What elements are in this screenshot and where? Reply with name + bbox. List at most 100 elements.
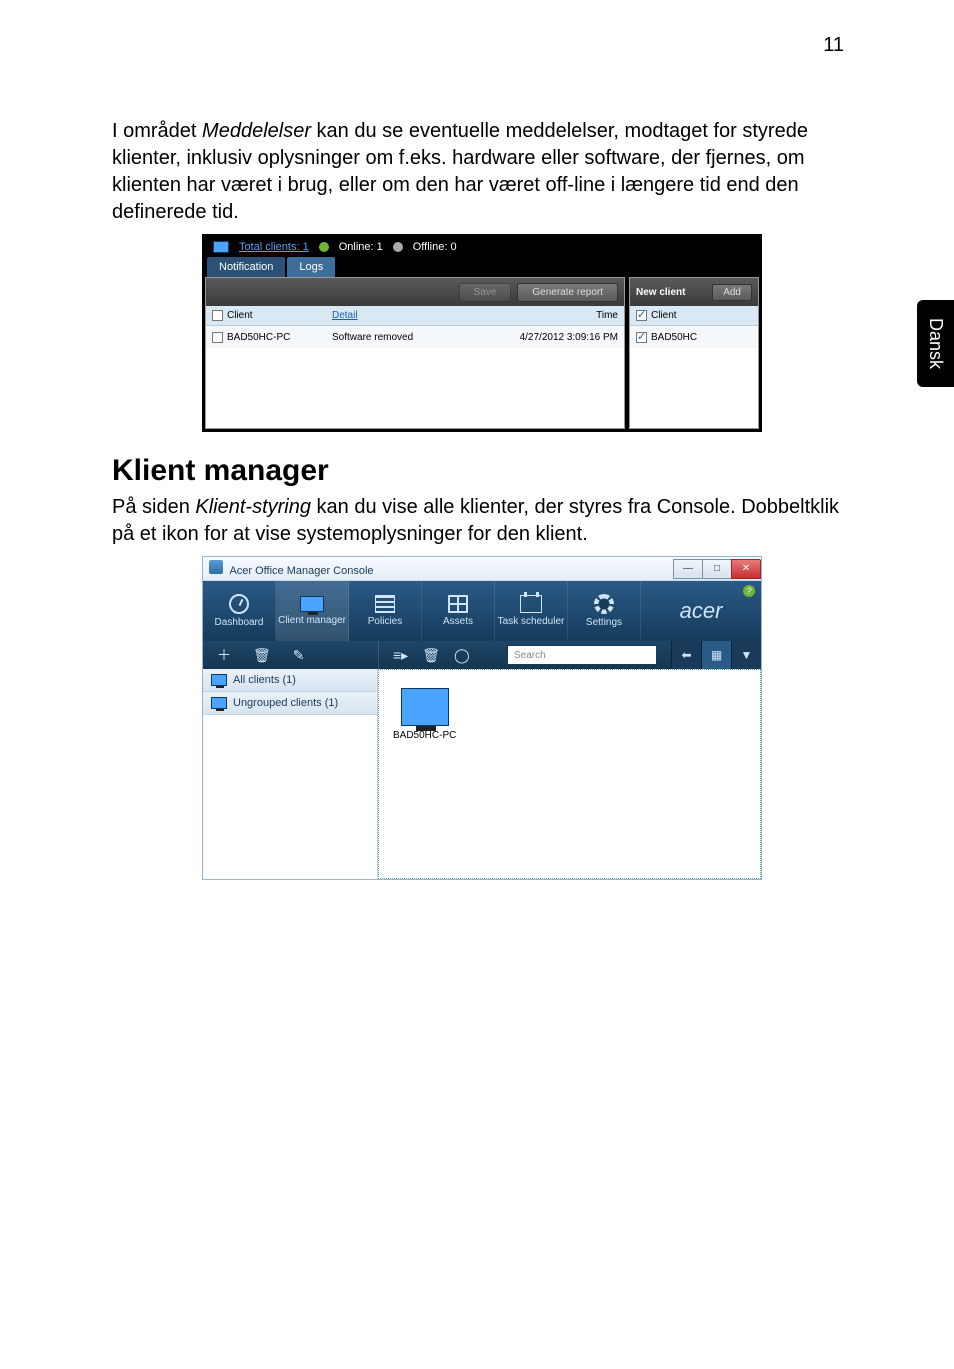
- nav-dashboard-label: Dashboard: [215, 617, 264, 628]
- brand-text: acer: [680, 598, 723, 624]
- screenshot-client-manager-window: Acer Office Manager Console — □ ✕ Dashbo…: [202, 556, 762, 880]
- refresh-icon[interactable]: ◯: [454, 647, 470, 664]
- cell-client: BAD50HC-PC: [212, 332, 332, 343]
- sub-toolbar-left: ＋ 🗑 ✎: [203, 641, 378, 669]
- text-run: I området: [112, 120, 202, 142]
- view-toggle: ⬅ ▦ ▼: [671, 641, 761, 669]
- panel-header: Total clients: 1 Online: 1 Offline: 0: [205, 237, 759, 257]
- text-run-italic: Klient-styring: [195, 496, 311, 518]
- monitor-icon: [211, 697, 227, 709]
- search-input[interactable]: Search: [507, 645, 657, 665]
- client-thumbnail-icon: [401, 688, 449, 726]
- nav-assets-label: Assets: [443, 616, 473, 627]
- col-detail[interactable]: Detail: [332, 310, 498, 321]
- sub-toolbar-right: ≡▸ 🗑 ◯ Search ⬅ ▦ ▼: [378, 641, 761, 669]
- section-heading: Klient manager: [112, 454, 852, 488]
- panel-body: Save Generate report Client Detail Time …: [205, 277, 759, 429]
- right-header-row: Client: [630, 306, 758, 326]
- sidebar-item-label: All clients (1): [233, 674, 296, 686]
- screenshot-notification-panel: Total clients: 1 Online: 1 Offline: 0 No…: [202, 234, 762, 432]
- page-number: 11: [823, 34, 844, 57]
- offline-count-label: Offline: 0: [413, 241, 457, 253]
- nav-assets[interactable]: Assets: [422, 581, 495, 641]
- checkbox-checked-icon[interactable]: [636, 310, 647, 321]
- status-dot-online-icon: [319, 242, 329, 252]
- total-clients-link[interactable]: Total clients: 1: [239, 241, 309, 253]
- nav-client-manager[interactable]: Client manager: [276, 581, 349, 641]
- dashboard-icon: [229, 594, 249, 614]
- window-buttons: — □ ✕: [674, 559, 761, 579]
- sidebar-item-label: Ungrouped clients (1): [233, 697, 338, 709]
- client-grid-item[interactable]: BAD50HC-PC: [393, 688, 456, 741]
- nav-dashboard[interactable]: Dashboard: [203, 581, 276, 641]
- sidebar-item-all-clients[interactable]: All clients (1): [203, 669, 377, 692]
- col-time[interactable]: Time: [498, 310, 618, 321]
- new-client-title: New client: [636, 287, 685, 298]
- monitor-icon: [211, 674, 227, 686]
- page-content: I området Meddelelser kan du se eventuel…: [112, 118, 852, 880]
- window-title: Acer Office Manager Console: [229, 565, 373, 577]
- edit-icon[interactable]: ✎: [293, 647, 305, 664]
- dropdown-view-button[interactable]: ▼: [731, 641, 761, 669]
- window-titlebar: Acer Office Manager Console — □ ✕: [203, 557, 761, 581]
- maximize-button[interactable]: □: [702, 559, 732, 579]
- nav-settings[interactable]: Settings: [568, 581, 641, 641]
- cell-time: 4/27/2012 3:09:16 PM: [498, 332, 618, 343]
- right-col-client-label: Client: [651, 310, 677, 321]
- delete-icon[interactable]: 🗑: [253, 647, 271, 664]
- right-cell-client: BAD50HC: [636, 332, 697, 343]
- client-grid: BAD50HC-PC: [378, 669, 761, 879]
- tab-notification[interactable]: Notification: [207, 257, 285, 277]
- table-row[interactable]: BAD50HC-PC Software removed 4/27/2012 3:…: [206, 326, 624, 348]
- intro-paragraph: I området Meddelelser kan du se eventuel…: [112, 118, 852, 226]
- cell-client-text: BAD50HC-PC: [227, 332, 290, 343]
- add-icon[interactable]: ＋: [217, 645, 231, 665]
- new-client-toolbar: New client Add: [630, 278, 758, 306]
- sidebar-item-ungrouped[interactable]: Ungrouped clients (1): [203, 692, 377, 715]
- brand-logo: acer ?: [641, 581, 761, 641]
- grid-view-button[interactable]: ▦: [701, 641, 731, 669]
- sub-toolbar: ＋ 🗑 ✎ ≡▸ 🗑 ◯ Search ⬅ ▦ ▼: [203, 641, 761, 669]
- right-table-row[interactable]: BAD50HC: [630, 326, 758, 348]
- checkbox-checked-icon[interactable]: [636, 332, 647, 343]
- table-header-row: Client Detail Time: [206, 306, 624, 326]
- client-manager-body: All clients (1) Ungrouped clients (1) BA…: [203, 669, 761, 879]
- nav-client-manager-label: Client manager: [278, 615, 346, 626]
- help-icon[interactable]: ?: [743, 585, 755, 597]
- client-manager-icon: [300, 596, 324, 612]
- back-view-button[interactable]: ⬅: [671, 641, 701, 669]
- language-tab: Dansk: [917, 300, 954, 387]
- save-button: Save: [459, 283, 512, 302]
- table-empty-area: [206, 348, 624, 428]
- add-button[interactable]: Add: [712, 284, 752, 301]
- col-client[interactable]: Client: [212, 310, 332, 321]
- list-icon[interactable]: ≡▸: [393, 647, 408, 664]
- col-client-label: Client: [227, 310, 253, 321]
- nav-policies[interactable]: Policies: [349, 581, 422, 641]
- generate-report-button[interactable]: Generate report: [517, 283, 618, 302]
- text-run-italic: Meddelelser: [202, 120, 311, 142]
- nav-task-scheduler[interactable]: Task scheduler: [495, 581, 568, 641]
- checkbox-icon[interactable]: [212, 332, 223, 343]
- status-dot-offline-icon: [393, 242, 403, 252]
- tab-bar: Notification Logs: [205, 257, 759, 277]
- window-title-wrap: Acer Office Manager Console: [209, 560, 374, 577]
- policies-icon: [375, 595, 395, 613]
- trash-icon[interactable]: 🗑: [422, 647, 440, 664]
- settings-icon: [594, 594, 614, 614]
- client-grid-item-label: BAD50HC-PC: [393, 730, 456, 741]
- monitor-icon: [213, 241, 229, 253]
- right-col-client[interactable]: Client: [636, 310, 677, 321]
- cell-detail: Software removed: [332, 332, 498, 343]
- nav-settings-label: Settings: [586, 617, 622, 628]
- nav-policies-label: Policies: [368, 616, 402, 627]
- minimize-button[interactable]: —: [673, 559, 703, 579]
- close-button[interactable]: ✕: [731, 559, 761, 579]
- main-nav: Dashboard Client manager Policies Assets…: [203, 581, 761, 641]
- detail-sort-link[interactable]: Detail: [332, 310, 358, 321]
- tab-logs[interactable]: Logs: [287, 257, 335, 277]
- checkbox-icon[interactable]: [212, 310, 223, 321]
- online-count-label: Online: 1: [339, 241, 383, 253]
- assets-icon: [448, 595, 468, 613]
- toolbar: Save Generate report: [206, 278, 624, 306]
